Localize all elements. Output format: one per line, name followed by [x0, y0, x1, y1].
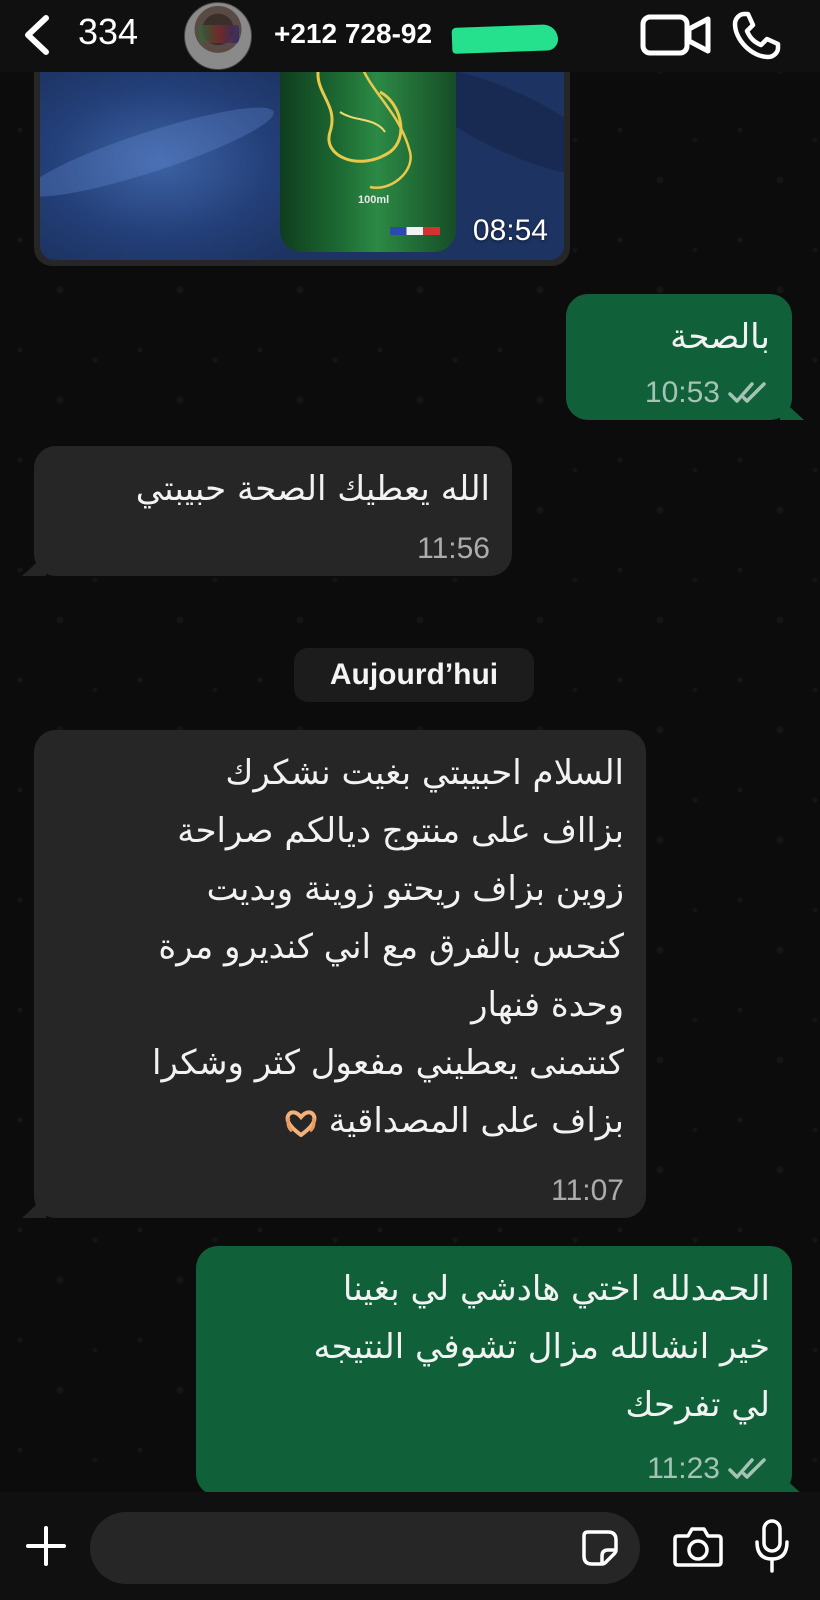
- message-time: 11:23: [647, 1452, 720, 1485]
- composer-bar: [0, 1492, 820, 1600]
- date-separator: Aujourd’hui: [294, 648, 534, 702]
- message-line: كنحس بالفرق مع اني كنديرو مرة: [158, 927, 624, 967]
- message-line: الحمدلله اختي هادشي لي بغينا: [342, 1269, 770, 1309]
- read-ticks-icon: [728, 382, 766, 403]
- message-line: بزااف على منتوج ديالكم صراحة: [177, 811, 624, 851]
- message-line: وحدة فنهار: [471, 985, 624, 1025]
- message-meta: 11:23: [647, 1452, 770, 1486]
- microphone-icon[interactable]: [752, 1518, 792, 1574]
- message-time: 11:56: [417, 532, 490, 565]
- message-meta: 11:07: [551, 1174, 624, 1208]
- message-meta: 11:56: [417, 532, 490, 566]
- outgoing-message[interactable]: بالصحة 10:53: [566, 294, 792, 420]
- avatar[interactable]: [184, 2, 252, 70]
- heart-hands-emoji: [285, 1109, 317, 1137]
- message-time: 08:54: [472, 214, 548, 247]
- read-ticks-icon: [728, 1458, 766, 1479]
- camera-icon[interactable]: [672, 1524, 724, 1570]
- fabric-fold: [40, 92, 280, 212]
- unread-count[interactable]: 334: [78, 10, 138, 54]
- bottle-swirl-decoration: [316, 72, 412, 190]
- image-message[interactable]: 100ml 08:54: [34, 72, 570, 266]
- contact-phone[interactable]: +212 728-92: [274, 14, 432, 54]
- message-line-with-emoji: بزاف على المصداقية: [56, 1092, 624, 1150]
- outgoing-message[interactable]: الحمدلله اختي هادشي لي بغينا خير انشالله…: [196, 1246, 792, 1496]
- message-line: بزاف على المصداقية: [328, 1101, 624, 1141]
- perfume-bottle: 100ml: [280, 72, 456, 252]
- message-line: زوين بزاف ريحتو زوينة وبديت: [206, 869, 624, 909]
- message-line: خير انشالله مزال تشوفي النتيجه: [313, 1327, 770, 1367]
- message-meta: 10:53: [645, 376, 770, 410]
- redaction-mark: [451, 24, 559, 54]
- message-time: 11:07: [551, 1174, 624, 1207]
- incoming-message[interactable]: الله يعطيك الصحة حبيبتي 11:56: [34, 446, 512, 576]
- message-line: كنتمنى يعطيني مفعول كثر وشكرا: [152, 1043, 624, 1083]
- message-text: الله يعطيك الصحة حبيبتي: [135, 469, 490, 509]
- message-input[interactable]: [90, 1512, 640, 1584]
- message-text: السلام احبيبتي بغيت نشكرك بزااف على منتو…: [56, 744, 624, 1150]
- flag-stripe: [390, 227, 440, 235]
- back-chevron-icon[interactable]: [18, 10, 58, 60]
- message-time: 10:53: [644, 376, 720, 409]
- sticker-icon[interactable]: [580, 1528, 620, 1568]
- bottle-size-label: 100ml: [358, 194, 390, 206]
- message-line: السلام احبيبتي بغيت نشكرك: [225, 753, 624, 793]
- voice-call-icon[interactable]: [730, 10, 782, 62]
- video-call-icon[interactable]: [640, 12, 712, 58]
- plus-icon[interactable]: [22, 1522, 70, 1570]
- incoming-message[interactable]: السلام احبيبتي بغيت نشكرك بزااف على منتو…: [34, 730, 646, 1218]
- message-line: لي تفرحك: [625, 1385, 770, 1425]
- message-text: بالصحة: [670, 317, 770, 357]
- message-text: الحمدلله اختي هادشي لي بغينا خير انشالله…: [218, 1260, 770, 1434]
- chat-header: 334 +212 728-92: [0, 0, 820, 72]
- product-photo[interactable]: 100ml 08:54: [40, 72, 564, 260]
